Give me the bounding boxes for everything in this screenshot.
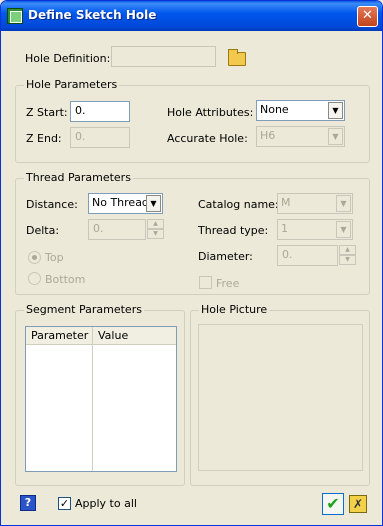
help-button[interactable]: ? bbox=[20, 495, 36, 511]
thread-type-value: 1 bbox=[281, 222, 288, 235]
bottom-label: Bottom bbox=[45, 273, 86, 286]
z-start-label: Z Start: bbox=[26, 106, 68, 119]
bottom-radio[interactable] bbox=[28, 272, 41, 285]
distance-value: No Thread bbox=[92, 196, 149, 209]
accurate-hole-label: Accurate Hole: bbox=[167, 132, 248, 145]
accurate-hole-value: H6 bbox=[260, 129, 276, 142]
spin-down-icon[interactable]: ▼ bbox=[147, 229, 164, 239]
chevron-down-icon[interactable]: ▼ bbox=[336, 195, 351, 212]
free-label: Free bbox=[216, 277, 240, 290]
thread-parameters-title: Thread Parameters bbox=[24, 171, 133, 184]
delta-input[interactable]: 0. bbox=[88, 219, 146, 240]
column-divider bbox=[92, 345, 93, 471]
close-button[interactable]: ✕ bbox=[357, 6, 378, 27]
accurate-hole-select[interactable]: H6 ▼ bbox=[256, 126, 345, 147]
segment-parameters-title: Segment Parameters bbox=[24, 303, 144, 316]
hole-parameters-title: Hole Parameters bbox=[24, 78, 120, 91]
thread-type-label: Thread type: bbox=[198, 224, 269, 237]
title-bar[interactable]: Define Sketch Hole ✕ bbox=[1, 1, 382, 31]
hole-definition-field[interactable] bbox=[111, 46, 216, 67]
window-title: Define Sketch Hole bbox=[28, 8, 157, 22]
dialog-window: Define Sketch Hole ✕ Hole Definition: Ho… bbox=[0, 0, 383, 526]
z-end-input[interactable]: 0. bbox=[70, 127, 130, 148]
thread-type-select[interactable]: 1 ▼ bbox=[277, 219, 353, 240]
app-icon bbox=[7, 8, 23, 24]
chevron-down-icon[interactable]: ▼ bbox=[146, 195, 161, 212]
column-header-parameter[interactable]: Parameter bbox=[26, 327, 92, 345]
segment-parameters-table[interactable]: Parameter Value bbox=[25, 326, 177, 472]
chevron-down-icon[interactable]: ▼ bbox=[328, 128, 343, 145]
hole-attributes-label: Hole Attributes: bbox=[167, 106, 254, 119]
catalog-name-value: M bbox=[281, 196, 291, 209]
spin-down-icon[interactable]: ▼ bbox=[339, 255, 356, 265]
cancel-button[interactable]: ✗ bbox=[349, 495, 367, 513]
top-label: Top bbox=[45, 251, 64, 264]
hole-attributes-select[interactable]: None ▼ bbox=[256, 100, 345, 121]
catalog-name-select[interactable]: M ▼ bbox=[277, 193, 353, 214]
top-radio[interactable] bbox=[28, 251, 41, 264]
delta-spinner[interactable]: ▲ ▼ bbox=[147, 219, 164, 240]
diameter-spinner[interactable]: ▲ ▼ bbox=[339, 245, 356, 266]
diameter-label: Diameter: bbox=[198, 250, 253, 263]
spin-up-icon[interactable]: ▲ bbox=[339, 245, 356, 255]
z-end-label: Z End: bbox=[26, 132, 62, 145]
diameter-input[interactable]: 0. bbox=[277, 245, 338, 266]
hole-definition-label: Hole Definition: bbox=[25, 52, 111, 65]
chevron-down-icon[interactable]: ▼ bbox=[328, 102, 343, 119]
hole-picture-area bbox=[198, 324, 363, 471]
hole-attributes-value: None bbox=[260, 103, 289, 116]
ok-button[interactable]: ✔ bbox=[322, 493, 344, 515]
hole-parameters-group: Hole Parameters bbox=[15, 78, 370, 163]
catalog-name-label: Catalog name: bbox=[198, 198, 279, 211]
z-start-input[interactable]: 0. bbox=[70, 101, 130, 122]
hole-picture-title: Hole Picture bbox=[199, 303, 270, 316]
apply-to-all-checkbox[interactable]: ✓ bbox=[58, 497, 71, 510]
apply-to-all-label: Apply to all bbox=[75, 497, 137, 510]
delta-label: Delta: bbox=[26, 224, 60, 237]
open-folder-icon[interactable] bbox=[228, 49, 246, 66]
spin-up-icon[interactable]: ▲ bbox=[147, 219, 164, 229]
column-header-value[interactable]: Value bbox=[92, 327, 176, 345]
distance-label: Distance: bbox=[26, 198, 78, 211]
chevron-down-icon[interactable]: ▼ bbox=[336, 221, 351, 238]
distance-select[interactable]: No Thread ▼ bbox=[88, 193, 163, 214]
free-checkbox[interactable] bbox=[199, 276, 212, 289]
